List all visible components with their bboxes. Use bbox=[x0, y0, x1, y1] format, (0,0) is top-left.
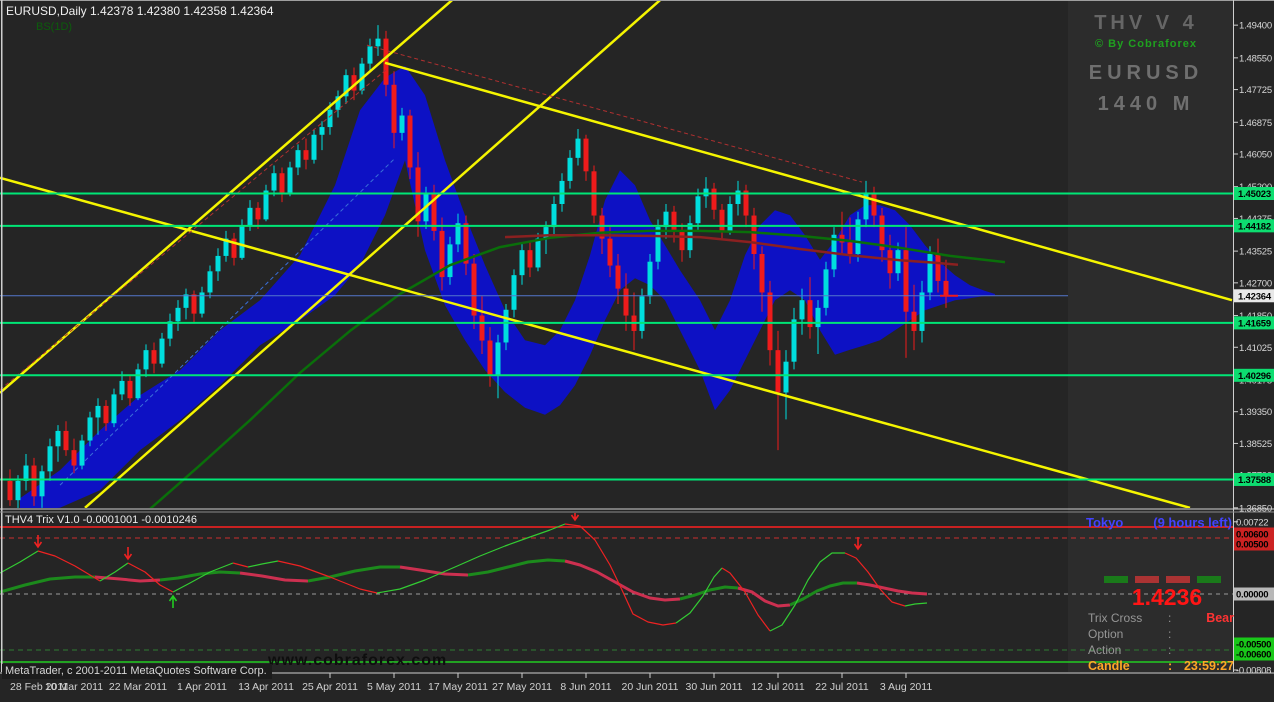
status-rows: Trix Cross : Bear Option : Action : Cand… bbox=[1088, 610, 1234, 674]
svg-text:12 Jul 2011: 12 Jul 2011 bbox=[751, 681, 805, 693]
chart-title-ohlc: EURUSD,Daily 1.42378 1.42380 1.42358 1.4… bbox=[6, 4, 274, 18]
metatrader-credit: MetaTrader, c 2001-2011 MetaQuotes Softw… bbox=[2, 664, 272, 679]
row-label: Trix Cross bbox=[1088, 611, 1168, 625]
row-label: Candle bbox=[1088, 659, 1168, 673]
svg-text:1.41659: 1.41659 bbox=[1238, 318, 1271, 329]
svg-text:1.39350: 1.39350 bbox=[1239, 407, 1272, 418]
svg-text:20 Jun 2011: 20 Jun 2011 bbox=[621, 681, 678, 693]
thv-logo: THV V 4 © By Cobraforex EURUSD 1440 M bbox=[1062, 12, 1230, 116]
trix-cross-status: Bear bbox=[1178, 611, 1234, 625]
session-info: Tokyo (9 hours left) bbox=[1086, 515, 1232, 530]
logo-byline: © By Cobraforex bbox=[1062, 38, 1230, 50]
logo-timeframe: 1440 M bbox=[1062, 93, 1230, 116]
signal-bar bbox=[1166, 576, 1190, 583]
row-colon: : bbox=[1168, 659, 1178, 673]
row-label: Action bbox=[1088, 643, 1168, 657]
row-colon: : bbox=[1168, 627, 1178, 641]
svg-text:0.00500: 0.00500 bbox=[1236, 540, 1268, 551]
row-trix-cross: Trix Cross : Bear bbox=[1088, 610, 1234, 626]
svg-text:1.42700: 1.42700 bbox=[1239, 278, 1272, 289]
row-colon: : bbox=[1168, 611, 1178, 625]
svg-text:1.40296: 1.40296 bbox=[1238, 371, 1271, 382]
svg-text:17 May 2011: 17 May 2011 bbox=[428, 681, 488, 693]
svg-text:-0.00600: -0.00600 bbox=[1236, 650, 1271, 661]
svg-text:27 May 2011: 27 May 2011 bbox=[492, 681, 552, 693]
svg-text:10 Mar 2011: 10 Mar 2011 bbox=[45, 681, 103, 693]
svg-text:13 Apr 2011: 13 Apr 2011 bbox=[238, 681, 294, 693]
logo-symbol: EURUSD bbox=[1062, 62, 1230, 85]
svg-text:30 Jun 2011: 30 Jun 2011 bbox=[685, 681, 742, 693]
row-candle-countdown: Candle : 23:59:27 bbox=[1088, 658, 1234, 674]
svg-text:25 Apr 2011: 25 Apr 2011 bbox=[302, 681, 358, 693]
svg-text:1.45023: 1.45023 bbox=[1238, 189, 1271, 200]
watermark: www.cobraforex.com bbox=[268, 652, 447, 670]
svg-text:1.42364: 1.42364 bbox=[1238, 291, 1272, 302]
signal-bar bbox=[1135, 576, 1159, 583]
svg-text:1 Apr 2011: 1 Apr 2011 bbox=[177, 681, 227, 693]
svg-text:-0.00808: -0.00808 bbox=[1236, 666, 1271, 677]
svg-text:1.38525: 1.38525 bbox=[1239, 439, 1272, 450]
row-action: Action : bbox=[1088, 642, 1234, 658]
svg-text:22 Mar 2011: 22 Mar 2011 bbox=[109, 681, 167, 693]
svg-text:3 Aug 2011: 3 Aug 2011 bbox=[880, 681, 933, 693]
svg-text:1.47725: 1.47725 bbox=[1239, 85, 1272, 96]
svg-text:1.43525: 1.43525 bbox=[1239, 247, 1272, 258]
row-colon: : bbox=[1168, 643, 1178, 657]
svg-text:22 Jul 2011: 22 Jul 2011 bbox=[815, 681, 869, 693]
row-option: Option : bbox=[1088, 626, 1234, 642]
signal-bar bbox=[1197, 576, 1221, 583]
logo-title: THV V 4 bbox=[1062, 12, 1230, 35]
signal-bars bbox=[1104, 576, 1221, 583]
row-label: Option bbox=[1088, 627, 1168, 641]
svg-text:1.44182: 1.44182 bbox=[1238, 221, 1271, 232]
svg-text:1.46875: 1.46875 bbox=[1239, 118, 1272, 129]
svg-text:0.00000: 0.00000 bbox=[1236, 590, 1268, 601]
svg-text:5 May 2011: 5 May 2011 bbox=[367, 681, 421, 693]
current-price-display: 1.4236 bbox=[1098, 584, 1236, 611]
subwindow-indicator-title: THV4 Trix V1.0 -0.0001001 -0.0010246 bbox=[5, 514, 197, 526]
indicator-bs-label: BS(1D) bbox=[36, 21, 72, 33]
candle-countdown: 23:59:27 bbox=[1178, 659, 1234, 673]
svg-text:1.41025: 1.41025 bbox=[1239, 343, 1272, 354]
svg-text:0.00722: 0.00722 bbox=[1236, 517, 1268, 528]
svg-text:1.49400: 1.49400 bbox=[1239, 21, 1272, 32]
svg-text:1.37588: 1.37588 bbox=[1238, 475, 1271, 486]
svg-text:8 Jun 2011: 8 Jun 2011 bbox=[560, 681, 611, 693]
session-time-left: (9 hours left) bbox=[1153, 515, 1232, 530]
session-name: Tokyo bbox=[1086, 515, 1123, 530]
mt4-chart-window: 1.494001.485501.477251.468751.460501.452… bbox=[0, 0, 1274, 702]
signal-bar bbox=[1104, 576, 1128, 583]
svg-text:1.36850: 1.36850 bbox=[1239, 503, 1272, 514]
svg-text:1.48550: 1.48550 bbox=[1239, 53, 1272, 64]
svg-text:1.46050: 1.46050 bbox=[1239, 150, 1272, 161]
